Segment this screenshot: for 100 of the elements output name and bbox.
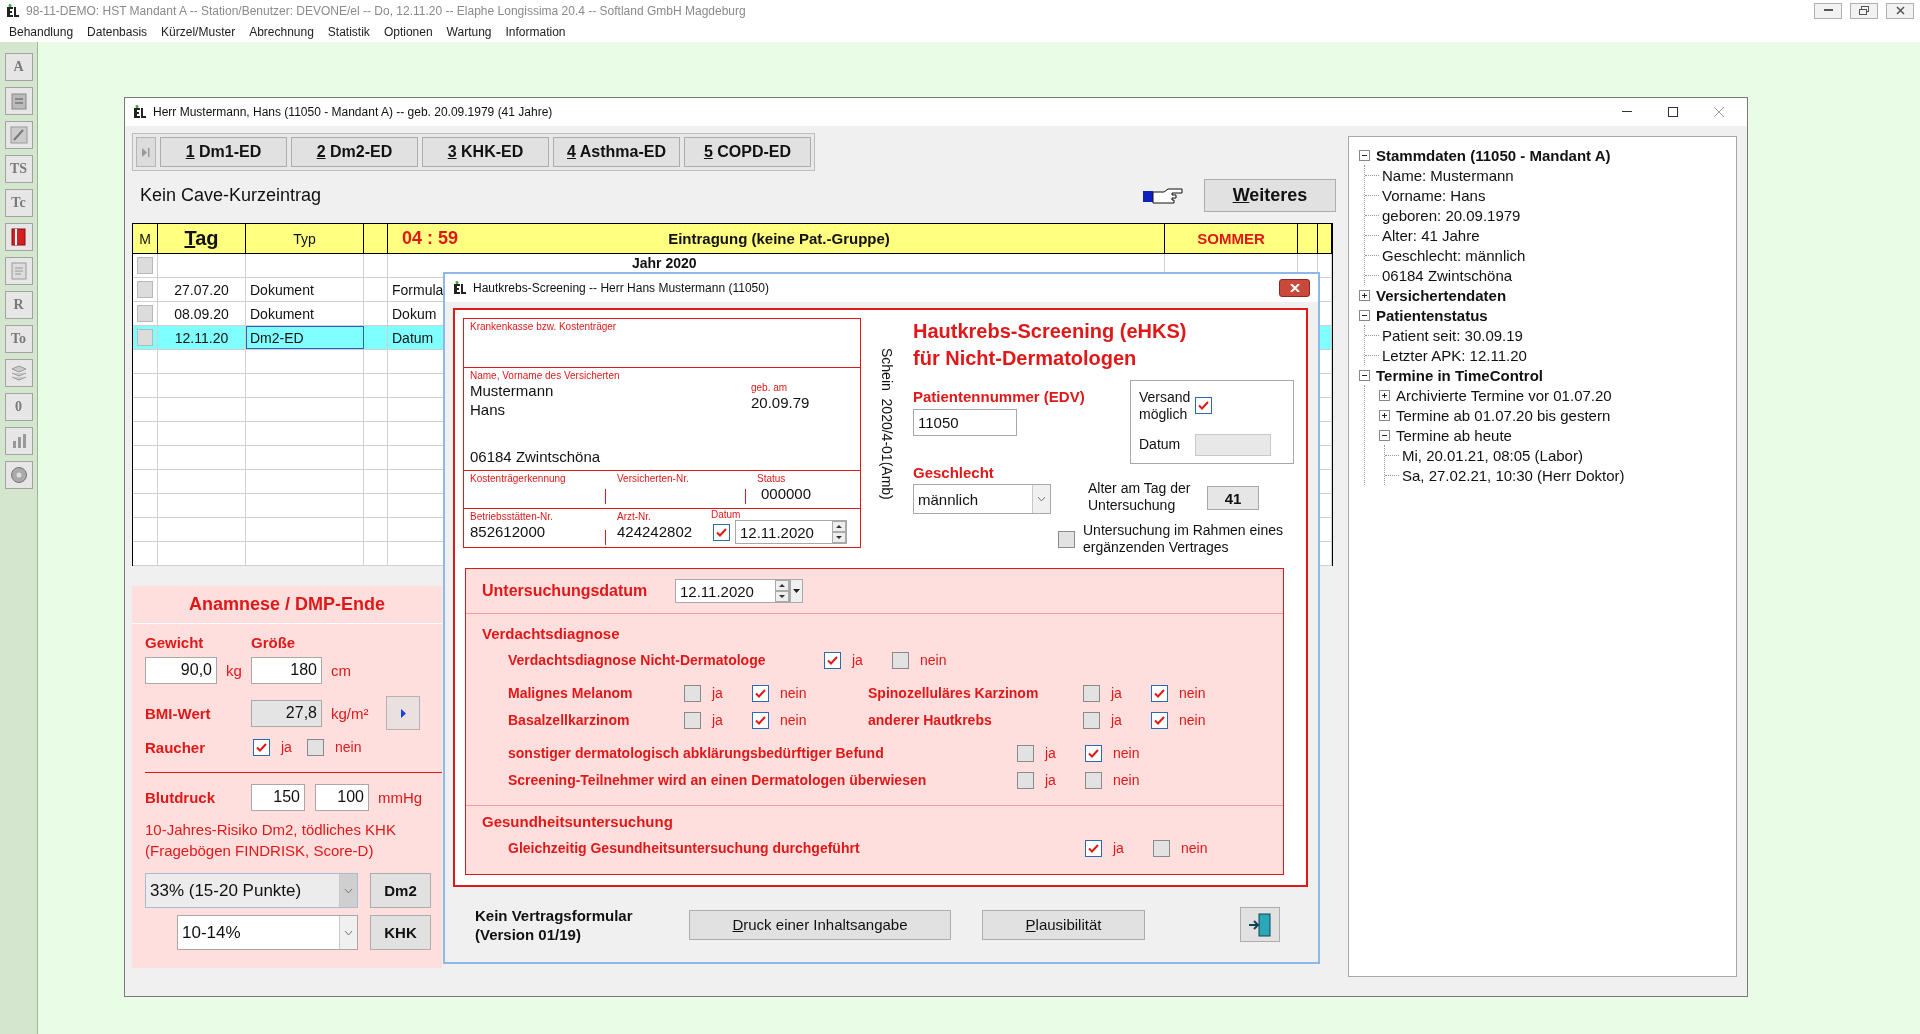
tree-item[interactable]: Archivierte Termine vor 01.07.20: [1396, 386, 1612, 404]
checkbox-label: Untersuchung im Rahmen eines ergänzenden Vertrages: [1083, 522, 1284, 556]
checkbox[interactable]: [1017, 771, 1034, 789]
tab[interactable]: 4 Asthma-ED: [553, 137, 680, 167]
tree-item[interactable]: Vorname: Hans: [1382, 186, 1486, 204]
collapse-icon[interactable]: [1359, 149, 1370, 161]
height-field[interactable]: 180: [251, 656, 322, 684]
row-marker[interactable]: [137, 257, 153, 274]
menu-item[interactable]: Wartung: [439, 24, 499, 39]
panel-title: Anamnese / DMP-Ende: [188, 594, 385, 615]
checkbox[interactable]: [892, 651, 909, 669]
tree-item[interactable]: Termine ab heute: [1396, 426, 1512, 444]
checkbox[interactable]: [1085, 744, 1102, 762]
tab[interactable]: 2 Dm2-ED: [291, 137, 418, 167]
checkbox[interactable]: [307, 738, 324, 756]
date-field[interactable]: [1195, 433, 1271, 456]
tree-item[interactable]: Letzter APK: 12.11.20: [1382, 346, 1527, 364]
expand-icon[interactable]: [1379, 409, 1390, 421]
checkbox[interactable]: [1195, 397, 1212, 414]
clock-text: 04 : 59: [401, 228, 459, 249]
action-button[interactable]: Plausibilität: [982, 909, 1145, 940]
expand-icon[interactable]: [1379, 389, 1390, 401]
checkbox[interactable]: [253, 738, 270, 756]
menu-item[interactable]: Information: [498, 24, 573, 39]
tab[interactable]: 3 KHK-ED: [422, 137, 549, 167]
diastolic-field[interactable]: 100: [315, 783, 369, 811]
tab[interactable]: 1 Dm1-ED: [160, 137, 287, 167]
date-field[interactable]: 12.11.2020: [735, 520, 847, 544]
checkmark-icon: [827, 655, 838, 665]
chevron-down-icon: [344, 929, 353, 936]
date-field[interactable]: 12.11.2020: [675, 579, 790, 603]
skip-button[interactable]: [136, 137, 156, 167]
table-cell: 27.07.20: [174, 281, 229, 298]
gender-dropdown[interactable]: männlich: [913, 484, 1051, 514]
exit-button[interactable]: [1240, 907, 1280, 942]
tree-item[interactable]: Alter: 41 Jahre: [1382, 226, 1480, 244]
tree-item[interactable]: Versichertendaten: [1376, 286, 1507, 304]
tree-item[interactable]: Patient seit: 30.09.19: [1382, 326, 1523, 344]
column-header[interactable]: Tag: [184, 227, 219, 250]
checkbox[interactable]: [1153, 839, 1170, 857]
tree-item[interactable]: Termine in TimeControl: [1376, 366, 1543, 384]
tree-item[interactable]: Name: Mustermann: [1382, 166, 1514, 184]
disk-icon: [9, 466, 28, 484]
tree-item[interactable]: Stammdaten (11050 - Mandant A): [1376, 146, 1611, 164]
patient-number-field[interactable]: 11050: [913, 409, 1017, 436]
checkbox[interactable]: [684, 684, 701, 702]
card-value: Hans: [470, 400, 507, 419]
menu-item[interactable]: Datenbasis: [80, 24, 155, 39]
risk-dropdown[interactable]: 10-14%: [177, 915, 358, 950]
toolbar-button[interactable]: [4, 223, 33, 251]
toolbar-button[interactable]: [4, 121, 33, 149]
close-button[interactable]: [1279, 279, 1310, 297]
checkbox[interactable]: [1151, 711, 1168, 729]
collapse-icon[interactable]: [1379, 429, 1390, 441]
row-marker[interactable]: [137, 305, 153, 322]
field-label: Untersuchungsdatum: [482, 582, 649, 600]
checkbox[interactable]: [1083, 684, 1100, 702]
menu-item[interactable]: Abrechnung: [242, 24, 321, 39]
expand-icon[interactable]: [1359, 289, 1370, 301]
tree-item[interactable]: Termine ab 01.07.20 bis gestern: [1396, 406, 1611, 424]
checkbox[interactable]: [1058, 530, 1075, 548]
tree-item[interactable]: geboren: 20.09.1979: [1382, 206, 1521, 224]
checkbox[interactable]: [824, 651, 841, 669]
checkbox[interactable]: [752, 711, 769, 729]
checkbox[interactable]: [1151, 684, 1168, 702]
tree-item[interactable]: Geschlecht: männlich: [1382, 246, 1526, 264]
checkbox[interactable]: [713, 523, 730, 541]
minimize-button[interactable]: [1814, 2, 1842, 19]
checkbox[interactable]: [1083, 711, 1100, 729]
checkbox[interactable]: [1085, 839, 1102, 857]
tree-item[interactable]: 06184 Zwintschöna: [1382, 266, 1513, 284]
menu-item[interactable]: Behandlung: [2, 24, 81, 39]
menu-item[interactable]: Statistik: [320, 24, 377, 39]
tree-item[interactable]: Patientenstatus: [1376, 306, 1488, 324]
row-marker[interactable]: [137, 329, 153, 346]
tree-item[interactable]: Mi, 20.01.21, 08:05 (Labor): [1402, 446, 1583, 464]
systolic-field[interactable]: 150: [251, 783, 305, 811]
close-button[interactable]: [1886, 2, 1914, 19]
tree-item[interactable]: Sa, 27.02.21, 10:30 (Herr Doktor): [1402, 466, 1625, 484]
checkbox[interactable]: [1017, 744, 1034, 762]
more-button[interactable]: Weiteres: [1204, 179, 1336, 212]
checkbox[interactable]: [752, 684, 769, 702]
restore-button[interactable]: [1850, 2, 1878, 19]
row-marker[interactable]: [137, 281, 153, 298]
checkbox[interactable]: [684, 711, 701, 729]
dropdown-button[interactable]: [790, 579, 803, 603]
card-label: Krankenkasse bzw. Kostenträger: [470, 321, 618, 332]
tab[interactable]: 5 COPD-ED: [684, 137, 811, 167]
risk-button[interactable]: KHK: [370, 915, 431, 950]
menu-item[interactable]: Kürzel/Muster: [154, 24, 243, 39]
window-title: Herr Mustermann, Hans (11050 - Mandant A) -- geb. 20.09.1979 (41 Jahre): [153, 105, 553, 119]
arrow-button[interactable]: [386, 696, 420, 730]
action-button[interactable]: Druck einer Inhaltsangabe: [689, 909, 951, 940]
collapse-icon[interactable]: [1359, 369, 1370, 381]
collapse-icon[interactable]: [1359, 309, 1370, 321]
weight-field[interactable]: 90,0: [145, 656, 217, 684]
option-label: nein: [780, 685, 807, 701]
card-value: 852612000: [470, 522, 547, 541]
menu-item[interactable]: Optionen: [376, 24, 440, 39]
checkbox[interactable]: [1085, 771, 1102, 789]
